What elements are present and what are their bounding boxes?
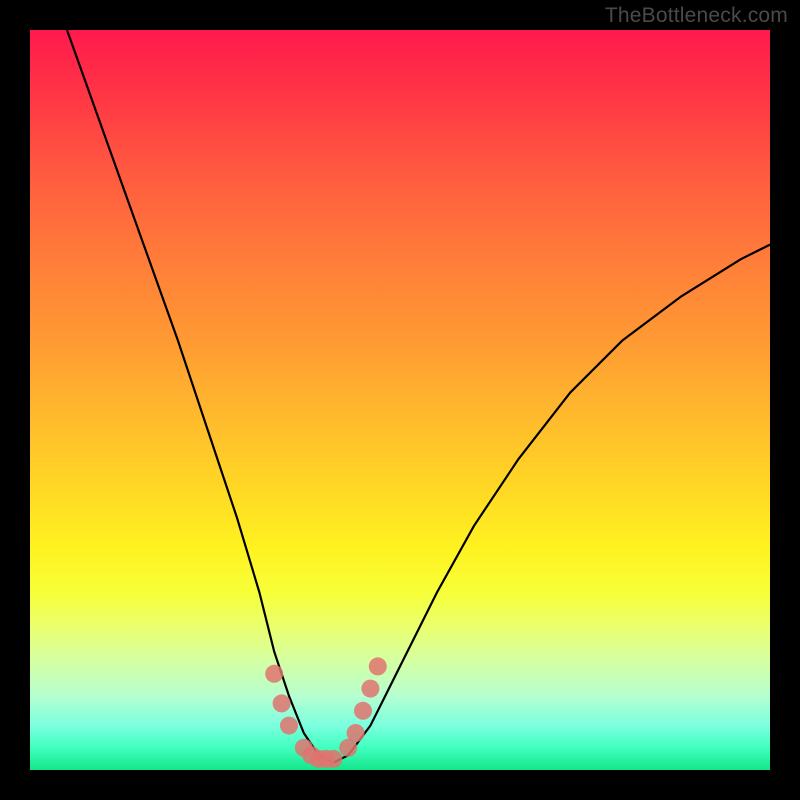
curve-marker [280,717,298,735]
watermark-text: TheBottleneck.com [605,4,788,28]
chart-svg [30,30,770,770]
chart-frame: TheBottleneck.com [0,0,800,800]
plot-area [30,30,770,770]
curve-marker [354,702,372,720]
curve-marker [361,680,379,698]
curve-marker [369,657,387,675]
curve-markers [265,657,387,768]
bottleneck-curve-path [67,30,770,763]
curve-marker [273,694,291,712]
curve-marker [265,665,283,683]
curve-marker [347,724,365,742]
curve-marker [324,750,342,768]
